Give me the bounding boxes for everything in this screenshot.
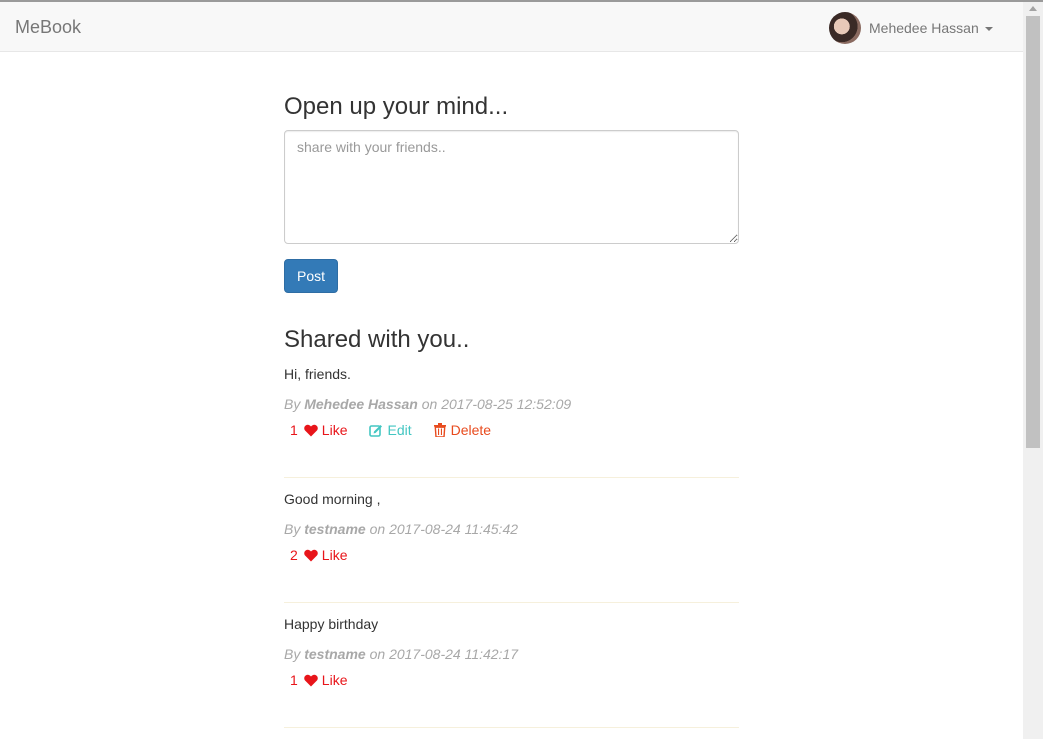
post-timestamp: 2017-08-24 11:45:42 [389, 521, 519, 537]
avatar [829, 12, 861, 44]
post-actions: 1 Like Edit Delete [290, 422, 491, 438]
post-meta: By testname on 2017-08-24 11:42:17 [284, 646, 518, 662]
caret-down-icon [984, 27, 993, 31]
delete-label: Delete [450, 422, 492, 438]
post-timestamp: 2017-08-24 11:42:17 [389, 646, 519, 662]
post-actions: 2 Like [290, 547, 347, 563]
like-label: Like [321, 422, 348, 438]
post-author: testname [304, 521, 366, 537]
post-divider [284, 727, 739, 728]
like-button[interactable]: 2 Like [290, 547, 347, 563]
edit-button[interactable]: Edit [369, 422, 412, 438]
post-divider [284, 477, 739, 478]
post-text: Happy birthday [284, 616, 379, 632]
like-count: 1 [290, 422, 298, 438]
feed-title: Shared with you.. [284, 326, 470, 353]
like-label: Like [321, 672, 348, 688]
post-text: Good morning , [284, 491, 381, 507]
post-author: testname [304, 646, 366, 662]
by-label: By [284, 521, 301, 537]
by-label: By [284, 396, 301, 412]
trash-icon [433, 423, 446, 437]
compose-title: Open up your mind... [284, 93, 509, 120]
delete-button[interactable]: Delete [433, 422, 492, 438]
post-author: Mehedee Hassan [304, 396, 418, 412]
post-meta: By Mehedee Hassan on 2017-08-25 12:52:09 [284, 396, 571, 412]
heart-icon [304, 424, 318, 436]
post-button[interactable]: Post [284, 259, 338, 293]
scroll-up-icon[interactable] [1029, 6, 1037, 11]
user-menu-dropdown[interactable]: Mehedee Hassan [829, 12, 993, 44]
on-label: on [369, 646, 386, 662]
on-label: on [421, 396, 438, 412]
like-count: 1 [290, 672, 298, 688]
like-count: 2 [290, 547, 298, 563]
user-name: Mehedee Hassan [869, 20, 979, 36]
edit-icon [369, 425, 383, 437]
by-label: By [284, 646, 301, 662]
like-label: Like [321, 547, 348, 563]
post-text: Hi, friends. [284, 366, 351, 382]
vertical-scrollbar[interactable] [1023, 2, 1043, 739]
heart-icon [304, 549, 318, 561]
navbar: MeBook Mehedee Hassan [0, 2, 1023, 52]
on-label: on [369, 521, 386, 537]
scrollbar-thumb[interactable] [1026, 16, 1040, 448]
post-actions: 1 Like [290, 672, 347, 688]
like-button[interactable]: 1 Like [290, 422, 347, 438]
post-divider [284, 602, 739, 603]
post-meta: By testname on 2017-08-24 11:45:42 [284, 521, 518, 537]
like-button[interactable]: 1 Like [290, 672, 347, 688]
brand-link[interactable]: MeBook [15, 17, 81, 38]
post-textarea[interactable] [284, 130, 739, 244]
heart-icon [304, 674, 318, 686]
edit-label: Edit [387, 422, 412, 438]
post-timestamp: 2017-08-25 12:52:09 [441, 396, 572, 412]
